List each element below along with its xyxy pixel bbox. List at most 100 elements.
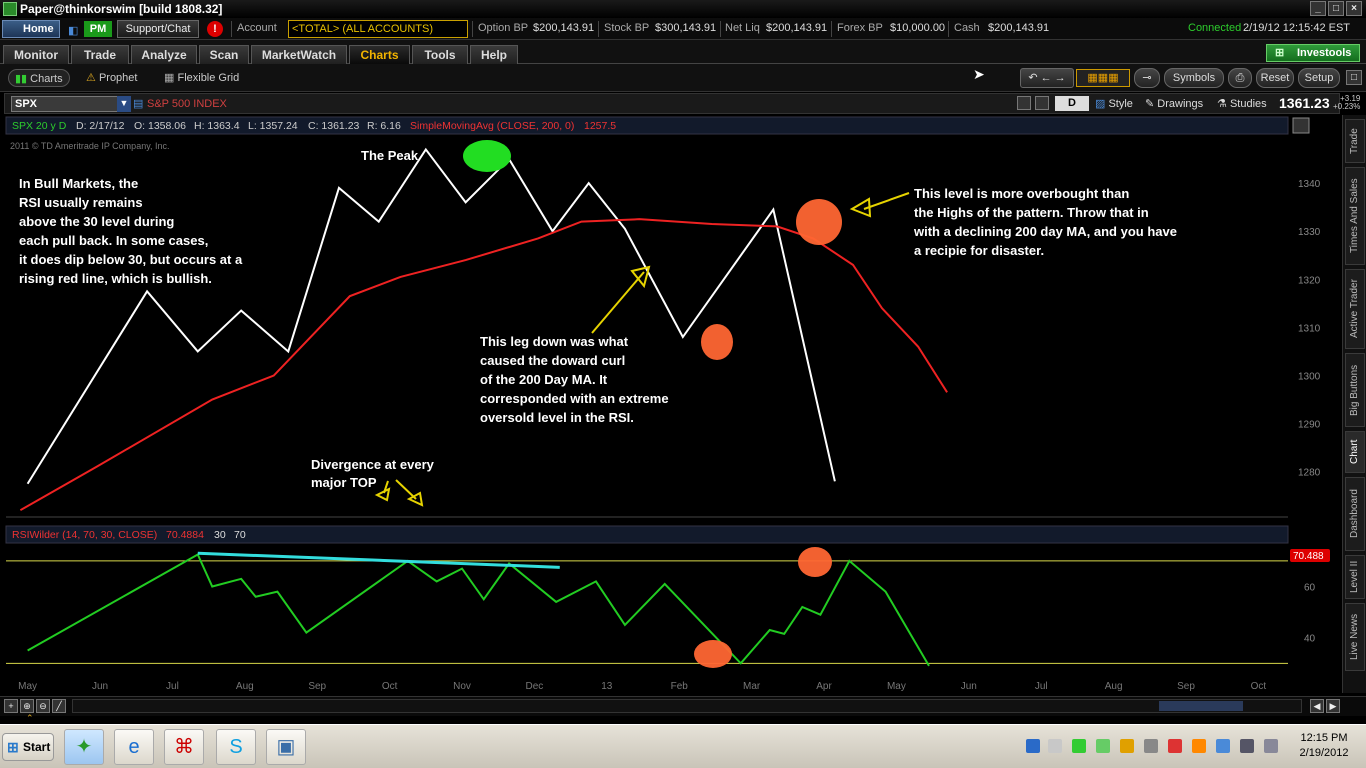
rsi-study-label[interactable]: RSIWilder (14, 70, 30, CLOSE) bbox=[12, 529, 157, 541]
support-chat-button[interactable]: Support/Chat bbox=[117, 20, 199, 38]
divider bbox=[831, 21, 832, 37]
account-select[interactable]: <TOTAL> (ALL ACCOUNTS) bbox=[288, 20, 468, 38]
month-tick-label: Jun bbox=[92, 681, 108, 692]
studies-button[interactable]: ⚗ Studies bbox=[1217, 97, 1267, 110]
detach-icon[interactable]: ◧ bbox=[68, 24, 78, 37]
crosshair-icon[interactable]: + bbox=[4, 699, 18, 713]
vtab-times-and-sales[interactable]: Times And Sales bbox=[1345, 167, 1365, 265]
subtab-prophet[interactable]: ⚠ Prophet bbox=[86, 69, 137, 87]
subtab-flexible-grid[interactable]: ▦ Flexible Grid bbox=[164, 69, 239, 87]
print-icon[interactable]: ⎙ bbox=[1228, 68, 1252, 88]
tray-evernote-icon[interactable] bbox=[1072, 739, 1086, 753]
rsi-tick-label: 40 bbox=[1304, 634, 1316, 645]
grid-layout-icon[interactable]: ▦▦▦ bbox=[1076, 69, 1130, 87]
scroll-right-icon[interactable]: ▶ bbox=[1326, 699, 1340, 713]
annotation-bull-6: rising red line, which is bullish. bbox=[19, 271, 212, 286]
drawings-button[interactable]: ✎ Drawings bbox=[1145, 97, 1203, 110]
subtab-charts[interactable]: ▮▮ Charts bbox=[8, 69, 70, 87]
tray-network-icon[interactable] bbox=[1240, 739, 1254, 753]
window-title: Paper@thinkorswim [build 1808.32] bbox=[20, 2, 223, 16]
style-button[interactable]: ▨ Style bbox=[1095, 97, 1133, 110]
navigation-buttons[interactable]: ↶ ← → bbox=[1020, 68, 1074, 88]
minimize-button[interactable]: _ bbox=[1310, 1, 1326, 16]
sma-study-label[interactable]: SimpleMovingAvg (CLOSE, 200, 0) bbox=[410, 120, 574, 132]
tab-analyze[interactable]: Analyze bbox=[131, 45, 197, 64]
tab-help[interactable]: Help bbox=[470, 45, 518, 64]
vtab-active-trader[interactable]: Active Trader bbox=[1345, 269, 1365, 349]
tray-sync-icon[interactable] bbox=[1216, 739, 1230, 753]
investools-button[interactable]: ⊞ Investools bbox=[1266, 44, 1360, 62]
start-button[interactable]: ⊞ Start bbox=[2, 733, 54, 761]
taskbar-clock[interactable]: 12:15 PM 2/19/2012 bbox=[1286, 731, 1362, 761]
account-label: Account bbox=[237, 22, 277, 34]
tab-monitor[interactable]: Monitor bbox=[3, 45, 69, 64]
tab-trade[interactable]: Trade bbox=[71, 45, 129, 64]
panel-maximize-icon[interactable]: □ bbox=[1346, 70, 1362, 85]
investools-label: Investools bbox=[1297, 47, 1352, 59]
symbol-dropdown-icon[interactable]: ▼ bbox=[117, 96, 131, 112]
zoom-in-icon[interactable]: ⊕ bbox=[20, 699, 34, 713]
setup-button[interactable]: Setup bbox=[1298, 68, 1340, 88]
chart-panel[interactable]: SPX 20 y D D: 2/17/12 O: 1358.06 H: 1363… bbox=[4, 115, 1340, 693]
tray-check-icon[interactable] bbox=[1096, 739, 1110, 753]
tab-charts[interactable]: Charts bbox=[349, 45, 410, 64]
vtab-trade[interactable]: Trade bbox=[1345, 119, 1365, 163]
link-symbol-icon[interactable]: ▤ bbox=[133, 97, 143, 110]
month-tick-label: Jun bbox=[961, 681, 977, 692]
pm-badge[interactable]: PM bbox=[84, 21, 112, 37]
reset-button[interactable]: Reset bbox=[1256, 68, 1294, 88]
tab-tools[interactable]: Tools bbox=[412, 45, 468, 64]
vtab-live-news[interactable]: Live News bbox=[1345, 603, 1365, 671]
tray-update-icon[interactable] bbox=[1192, 739, 1206, 753]
maximize-button[interactable]: □ bbox=[1328, 1, 1344, 16]
symbol-bar: SPX ▼ ▤ S&P 500 INDEX D ▨ Style ✎ Drawin… bbox=[4, 93, 1360, 114]
windows-taskbar: ⊞ Start ✦ e ⌘ S ▣ 12:15 PM 2/19/2012 bbox=[0, 724, 1366, 768]
vtab-big-buttons[interactable]: Big Buttons bbox=[1345, 353, 1365, 427]
zoom-icon[interactable] bbox=[1017, 96, 1031, 110]
skype-icon[interactable]: S bbox=[216, 729, 256, 765]
settings-icon[interactable] bbox=[1035, 96, 1049, 110]
internet-explorer-icon[interactable]: e bbox=[114, 729, 154, 765]
vtab-level-ii[interactable]: Level II bbox=[1345, 555, 1365, 599]
tab-scan[interactable]: Scan bbox=[199, 45, 249, 64]
close-button[interactable]: × bbox=[1346, 1, 1362, 16]
vtab-chart[interactable]: Chart bbox=[1345, 431, 1365, 473]
tray-signal-icon[interactable] bbox=[1264, 739, 1278, 753]
low-readout: L: 1357.24 bbox=[248, 120, 298, 132]
vtab-dashboard[interactable]: Dashboard bbox=[1345, 477, 1365, 551]
tray-windows-icon[interactable] bbox=[1026, 739, 1040, 753]
tray-volume-icon[interactable] bbox=[1144, 739, 1158, 753]
period-select[interactable]: D bbox=[1055, 96, 1089, 111]
price-change: +3.19 +0.23% bbox=[1333, 95, 1360, 111]
alert-icon[interactable]: ! bbox=[207, 21, 223, 37]
zoom-out-icon[interactable]: ⊖ bbox=[36, 699, 50, 713]
tray-security-icon[interactable] bbox=[1120, 739, 1134, 753]
home-label: Home bbox=[23, 23, 54, 35]
price-tick-label: 1330 bbox=[1298, 227, 1321, 238]
tray-clipboard-icon[interactable] bbox=[1048, 739, 1062, 753]
expand-icon[interactable]: ⌃ bbox=[26, 713, 34, 724]
acrobat-icon[interactable]: ⌘ bbox=[164, 729, 204, 765]
tab-marketwatch[interactable]: MarketWatch bbox=[251, 45, 347, 64]
home-button[interactable]: Home bbox=[2, 20, 60, 38]
symbols-button[interactable]: Symbols bbox=[1164, 68, 1224, 88]
stock-bp-value: $300,143.91 bbox=[655, 22, 717, 34]
drawing-tool-icon[interactable]: ╱ bbox=[52, 699, 66, 713]
rsi-study-value: 70.4884 bbox=[166, 529, 204, 541]
scrollbar-thumb[interactable] bbox=[1159, 701, 1243, 711]
chart-scrollbar[interactable] bbox=[72, 699, 1302, 713]
annotation-leg-5: oversold level in the RSI. bbox=[480, 410, 634, 425]
grid-icon: ▦ bbox=[164, 72, 175, 84]
tray-flag-icon[interactable] bbox=[1168, 739, 1182, 753]
symbol-input[interactable]: SPX bbox=[11, 96, 119, 112]
open-readout: O: 1358.06 bbox=[134, 120, 186, 132]
chart-canvas[interactable]: SPX 20 y D D: 2/17/12 O: 1358.06 H: 1363… bbox=[4, 115, 1340, 693]
chart-settings-icon[interactable] bbox=[1292, 117, 1310, 134]
photo-viewer-icon[interactable]: ▣ bbox=[266, 729, 306, 765]
thinkorswim-taskbar-icon[interactable]: ✦ bbox=[64, 729, 104, 765]
scroll-left-icon[interactable]: ◀ bbox=[1310, 699, 1324, 713]
app-icon bbox=[3, 2, 17, 16]
link-icon[interactable]: ⊸ bbox=[1134, 68, 1160, 88]
annotation-leg-4: corresponded with an extreme bbox=[480, 391, 669, 406]
month-tick-label: Sep bbox=[308, 681, 326, 692]
